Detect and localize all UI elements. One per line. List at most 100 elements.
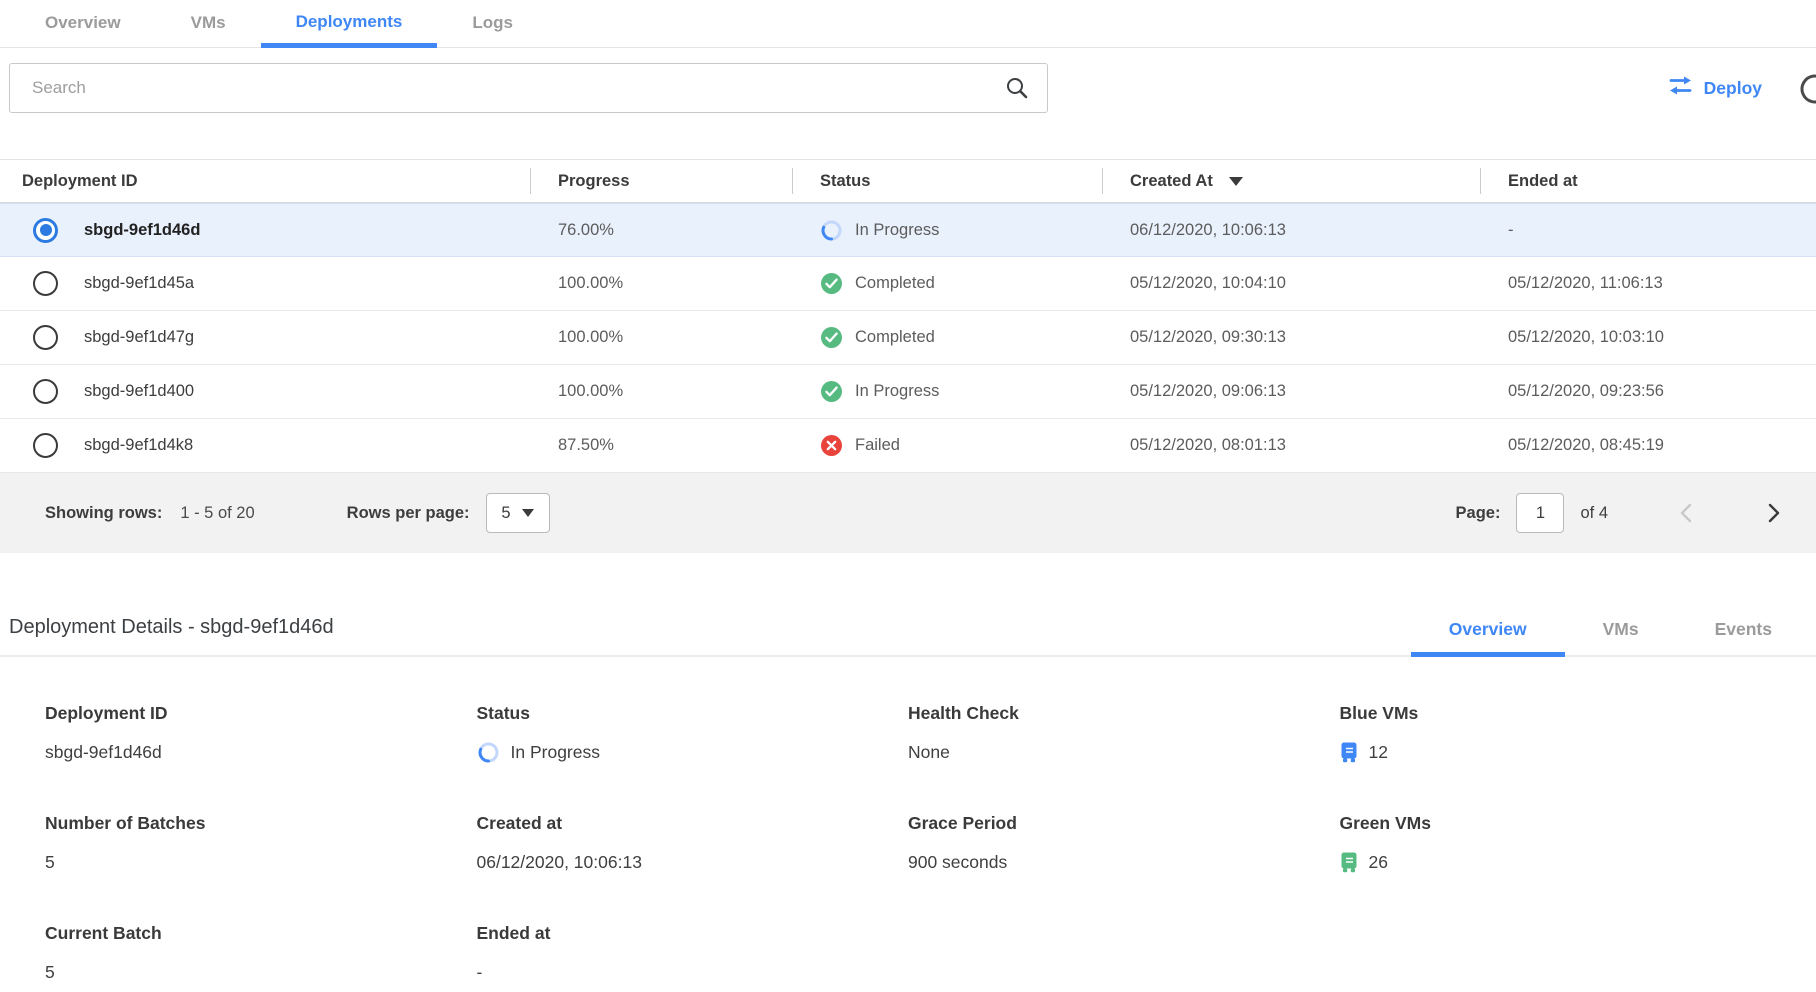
completed-icon (820, 380, 843, 403)
column-header-progress[interactable]: Progress (530, 160, 792, 202)
status-label: Completed (855, 328, 935, 347)
detail-field-health-check: Health Check None (908, 703, 1340, 765)
deployment-id-cell: sbgd-9ef1d46d (0, 218, 530, 243)
details-tab-vms[interactable]: VMs (1565, 619, 1677, 655)
details-tab-overview[interactable]: Overview (1411, 619, 1565, 655)
deploy-label: Deploy (1704, 78, 1762, 99)
top-tabs: OverviewVMsDeploymentsLogs (0, 0, 1816, 48)
details-title: Deployment Details - sbgd-9ef1d46d (9, 616, 334, 655)
detail-value: 06/12/2020, 10:06:13 (477, 849, 909, 875)
table-row[interactable]: sbgd-9ef1d4k887.50%Failed05/12/2020, 08:… (0, 419, 1816, 473)
table-row[interactable]: sbgd-9ef1d46d76.00%In Progress06/12/2020… (0, 203, 1816, 257)
detail-field-ended-at: Ended at- (477, 923, 909, 985)
detail-value: - (477, 959, 909, 985)
column-label: Status (820, 172, 870, 191)
table-row[interactable]: sbgd-9ef1d400100.00%In Progress05/12/202… (0, 365, 1816, 419)
detail-label: Health Check (908, 703, 1340, 724)
detail-value: sbgd-9ef1d46d (45, 739, 477, 765)
detail-label: Deployment ID (45, 703, 477, 724)
ended-at-cell: - (1480, 221, 1816, 240)
created-at-cell: 06/12/2020, 10:06:13 (1102, 221, 1480, 240)
detail-value: None (908, 739, 1340, 765)
page-total: of 4 (1580, 504, 1608, 523)
deployments-table: Deployment ID Progress Status Created AtEnd… (0, 159, 1816, 553)
detail-field-number-of-batches: Number of Batches 5 (45, 813, 477, 875)
status-cell: Completed (792, 326, 1102, 349)
table-row[interactable]: sbgd-9ef1d45a100.00%Completed05/12/2020,… (0, 257, 1816, 311)
detail-label: Green VMs (1340, 813, 1772, 834)
detail-value-text: 5 (45, 852, 55, 873)
details-tab-events[interactable]: Events (1677, 619, 1810, 655)
toolbar: Deploy (0, 63, 1816, 113)
detail-label: Status (477, 703, 909, 724)
detail-label: Blue VMs (1340, 703, 1772, 724)
table-row[interactable]: sbgd-9ef1d47g100.00%Completed05/12/2020,… (0, 311, 1816, 365)
detail-label: Created at (477, 813, 909, 834)
vm-blue-icon (1340, 742, 1358, 763)
showing-rows-label: Showing rows: (45, 504, 162, 523)
deployment-id-cell: sbgd-9ef1d47g (0, 325, 530, 350)
search-input[interactable] (10, 78, 997, 98)
detail-value: 26 (1340, 849, 1772, 875)
page-input[interactable] (1516, 493, 1564, 533)
in-progress-spinner-icon (477, 741, 500, 764)
detail-value-text: In Progress (511, 742, 600, 763)
deploy-button[interactable]: Deploy (1668, 76, 1762, 100)
tab-deployments[interactable]: Deployments (261, 0, 438, 48)
prev-page-button[interactable] (1674, 500, 1700, 526)
detail-value: 12 (1340, 739, 1772, 765)
tab-vms[interactable]: VMs (156, 0, 261, 48)
status-cell: In Progress (792, 219, 1102, 242)
deployment-id: sbgd-9ef1d47g (84, 328, 194, 347)
column-label: Deployment ID (22, 172, 138, 191)
table-body: sbgd-9ef1d46d76.00%In Progress06/12/2020… (0, 203, 1816, 473)
ended-at-cell: 05/12/2020, 10:03:10 (1480, 328, 1816, 347)
chevron-down-icon (522, 509, 534, 517)
search-icon[interactable] (997, 76, 1047, 100)
status-label: Completed (855, 274, 935, 293)
detail-field-green-vms: Green VMs 26 (1340, 813, 1772, 875)
deployment-id: sbgd-9ef1d46d (84, 221, 200, 240)
detail-value-text: - (477, 962, 483, 983)
deployment-id-cell: sbgd-9ef1d45a (0, 271, 530, 296)
column-label: Progress (558, 172, 630, 191)
deployment-id: sbgd-9ef1d45a (84, 274, 194, 293)
refresh-icon[interactable] (1797, 71, 1816, 112)
row-radio-selected[interactable] (33, 218, 58, 243)
detail-label: Number of Batches (45, 813, 477, 834)
detail-value: In Progress (477, 739, 909, 765)
column-header-deployment-id[interactable]: Deployment ID (0, 160, 530, 202)
vm-green-icon (1340, 852, 1358, 873)
row-radio[interactable] (33, 325, 58, 350)
detail-field-grace-period: Grace Period900 seconds (908, 813, 1340, 875)
rows-per-page-select[interactable]: 5 (486, 493, 550, 533)
ended-at-cell: 05/12/2020, 09:23:56 (1480, 382, 1816, 401)
detail-value-text: 5 (45, 962, 55, 983)
sort-desc-icon (1229, 177, 1243, 186)
in-progress-icon (820, 219, 843, 242)
progress-cell: 100.00% (530, 382, 792, 401)
row-radio[interactable] (33, 433, 58, 458)
row-radio[interactable] (33, 271, 58, 296)
detail-field-status: Status In Progress (477, 703, 909, 765)
failed-icon (820, 434, 843, 457)
rows-per-page-label: Rows per page: (347, 504, 470, 523)
status-label: In Progress (855, 221, 939, 240)
detail-value-text: 26 (1369, 852, 1388, 873)
deployment-id: sbgd-9ef1d400 (84, 382, 194, 401)
column-header-ended-at[interactable]: Ended at (1480, 160, 1816, 202)
details-tabs: OverviewVMsEvents (1411, 619, 1810, 655)
created-at-cell: 05/12/2020, 10:04:10 (1102, 274, 1480, 293)
column-header-created-at[interactable]: Created At (1102, 160, 1480, 202)
tab-logs[interactable]: Logs (437, 0, 548, 48)
row-radio[interactable] (33, 379, 58, 404)
status-cell: Failed (792, 434, 1102, 457)
detail-value: 5 (45, 849, 477, 875)
tab-overview[interactable]: Overview (10, 0, 156, 48)
search-box[interactable] (9, 63, 1048, 113)
detail-field-deployment-id: Deployment ID sbgd-9ef1d46d (45, 703, 477, 765)
detail-label: Grace Period (908, 813, 1340, 834)
created-at-cell: 05/12/2020, 09:06:13 (1102, 382, 1480, 401)
next-page-button[interactable] (1760, 500, 1786, 526)
column-header-status[interactable]: Status (792, 160, 1102, 202)
